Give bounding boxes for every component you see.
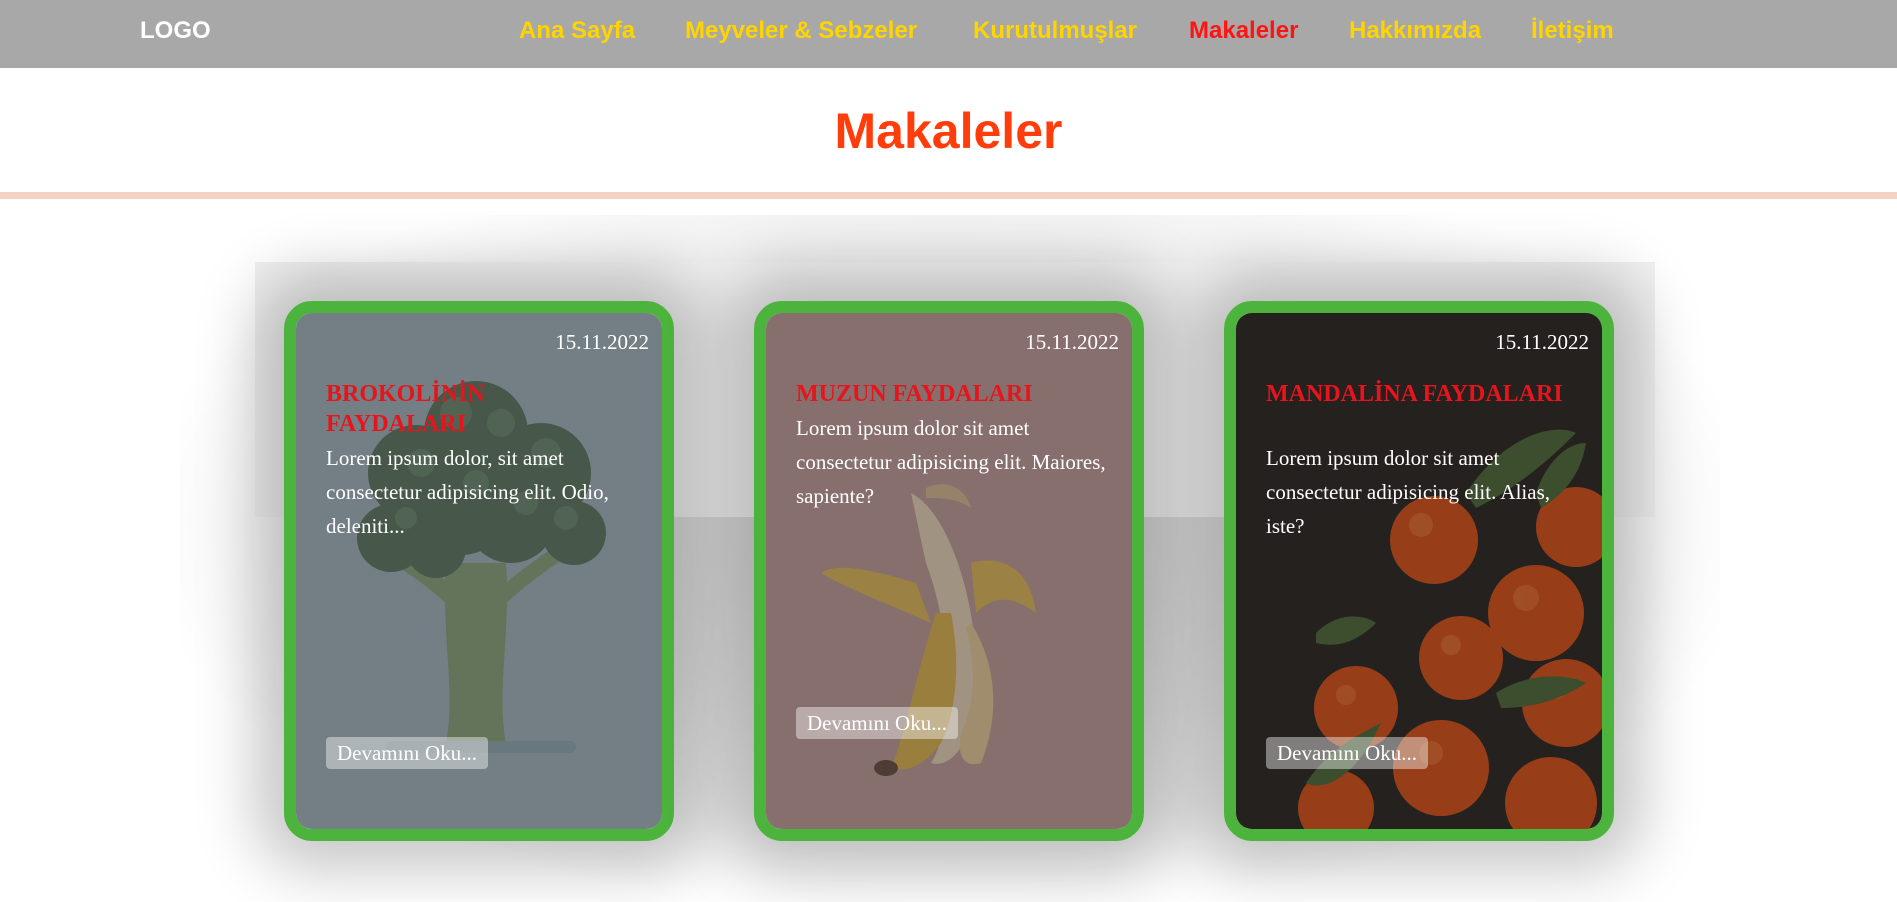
nav-link-ana-sayfa[interactable]: Ana Sayfa xyxy=(519,17,635,45)
nav-link-hakkimizda[interactable]: Hakkımızda xyxy=(1349,17,1481,45)
article-excerpt: Lorem ipsum dolor, sit amet consectetur … xyxy=(326,446,609,538)
article-excerpt: Lorem ipsum dolor sit amet consectetur a… xyxy=(1266,446,1551,538)
article-title: BROKOLİNİN FAYDALARI xyxy=(326,381,485,437)
article-date: 15.11.2022 xyxy=(1495,330,1589,354)
main-nav: Ana Sayfa Meyveler & Sebzeler Kurutulmuş… xyxy=(0,17,1897,51)
read-more-button[interactable]: Devamını Oku... xyxy=(796,707,958,739)
article-date: 15.11.2022 xyxy=(555,330,649,354)
article-title: MUZUN FAYDALARI xyxy=(796,381,1033,407)
article-excerpt: Lorem ipsum dolor sit amet consectetur a… xyxy=(796,416,1106,508)
article-title: MANDALİNA FAYDALARI xyxy=(1266,381,1563,407)
page-title: Makaleler xyxy=(834,103,1063,159)
article-card-broccoli[interactable]: 15.11.2022 BROKOLİNİN FAYDALARI Lorem ip… xyxy=(284,301,674,841)
read-more-button[interactable]: Devamını Oku... xyxy=(326,737,488,769)
read-more-button[interactable]: Devamını Oku... xyxy=(1266,737,1428,769)
article-date: 15.11.2022 xyxy=(1025,330,1119,354)
nav-link-iletisim[interactable]: İletişim xyxy=(1531,17,1614,45)
nav-link-makaleler[interactable]: Makaleler xyxy=(1189,17,1298,45)
nav-link-meyveler-sebzeler[interactable]: Meyveler & Sebzeler xyxy=(685,17,917,45)
nav-link-kurutulmuslar[interactable]: Kurutulmuşlar xyxy=(973,17,1137,45)
article-card-banana[interactable]: 15.11.2022 MUZUN FAYDALARI Lorem ipsum d… xyxy=(754,301,1144,841)
title-divider xyxy=(0,192,1897,199)
top-navbar: LOGO Ana Sayfa Meyveler & Sebzeler Kurut… xyxy=(0,0,1897,68)
article-card-tangerines[interactable]: 15.11.2022 MANDALİNA FAYDALARI Lorem ips… xyxy=(1224,301,1614,841)
